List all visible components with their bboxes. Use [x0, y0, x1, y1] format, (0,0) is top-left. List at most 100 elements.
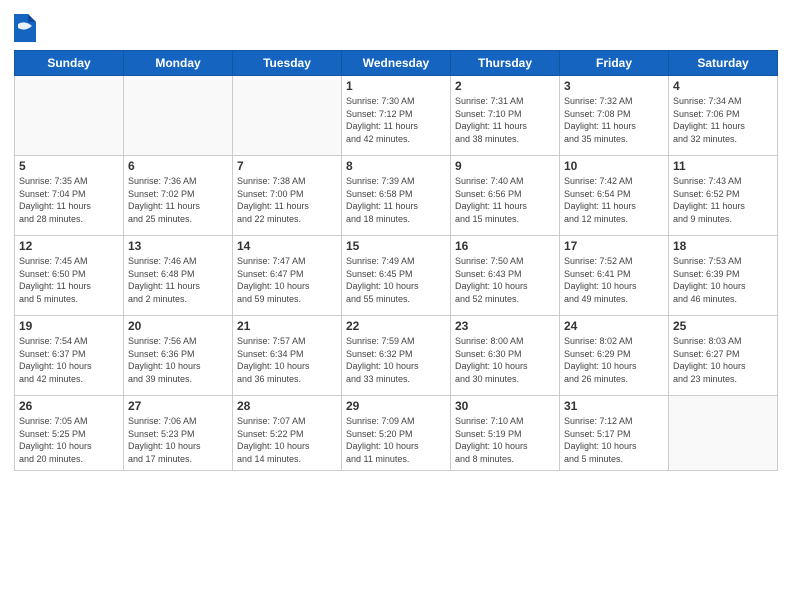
- day-info: Sunrise: 7:43 AM Sunset: 6:52 PM Dayligh…: [673, 175, 773, 225]
- day-number: 3: [564, 79, 664, 93]
- day-number: 5: [19, 159, 119, 173]
- calendar-cell: 23 Sunrise: 8:00 AM Sunset: 6:30 PM Dayli…: [451, 316, 560, 396]
- calendar-cell: 18Sunrise: 7:53 AM Sunset: 6:39 PM Dayli…: [669, 236, 778, 316]
- calendar-cell: [124, 76, 233, 156]
- calendar-cell: 20Sunrise: 7:56 AM Sunset: 6:36 PM Dayli…: [124, 316, 233, 396]
- calendar-cell: 8 Sunrise: 7:39 AM Sunset: 6:58 PM Daylig…: [342, 156, 451, 236]
- day-info: Sunrise: 7:49 AM Sunset: 6:45 PM Dayligh…: [346, 255, 446, 305]
- calendar-cell: 14Sunrise: 7:47 AM Sunset: 6:47 PM Dayli…: [233, 236, 342, 316]
- day-info: Sunrise: 7:56 AM Sunset: 6:36 PM Dayligh…: [128, 335, 228, 385]
- day-info: Sunrise: 7:57 AM Sunset: 6:34 PM Dayligh…: [237, 335, 337, 385]
- calendar-cell: 22Sunrise: 7:59 AM Sunset: 6:32 PM Dayli…: [342, 316, 451, 396]
- day-number: 17: [564, 239, 664, 253]
- day-info: Sunrise: 8:00 AM Sunset: 6:30 PM Dayligh…: [455, 335, 555, 385]
- day-number: 8: [346, 159, 446, 173]
- day-number: 18: [673, 239, 773, 253]
- calendar-header-saturday: Saturday: [669, 51, 778, 76]
- calendar-header-wednesday: Wednesday: [342, 51, 451, 76]
- day-info: Sunrise: 7:52 AM Sunset: 6:41 PM Dayligh…: [564, 255, 664, 305]
- day-number: 29: [346, 399, 446, 413]
- calendar-cell: [669, 396, 778, 471]
- day-info: Sunrise: 7:31 AM Sunset: 7:10 PM Dayligh…: [455, 95, 555, 145]
- calendar-cell: 7 Sunrise: 7:38 AM Sunset: 7:00 PM Daylig…: [233, 156, 342, 236]
- calendar-cell: 30Sunrise: 7:10 AM Sunset: 5:19 PM Dayli…: [451, 396, 560, 471]
- day-number: 22: [346, 319, 446, 333]
- calendar-header-row: SundayMondayTuesdayWednesdayThursdayFrid…: [15, 51, 778, 76]
- day-number: 9: [455, 159, 555, 173]
- calendar-cell: 2 Sunrise: 7:31 AM Sunset: 7:10 PM Daylig…: [451, 76, 560, 156]
- day-number: 6: [128, 159, 228, 173]
- day-number: 28: [237, 399, 337, 413]
- calendar-cell: 25Sunrise: 8:03 AM Sunset: 6:27 PM Dayli…: [669, 316, 778, 396]
- day-number: 25: [673, 319, 773, 333]
- calendar-cell: 26Sunrise: 7:05 AM Sunset: 5:25 PM Dayli…: [15, 396, 124, 471]
- calendar-cell: [233, 76, 342, 156]
- day-number: 7: [237, 159, 337, 173]
- calendar-cell: 11 Sunrise: 7:43 AM Sunset: 6:52 PM Dayli…: [669, 156, 778, 236]
- calendar-header-tuesday: Tuesday: [233, 51, 342, 76]
- calendar-header-monday: Monday: [124, 51, 233, 76]
- day-number: 13: [128, 239, 228, 253]
- day-info: Sunrise: 7:07 AM Sunset: 5:22 PM Dayligh…: [237, 415, 337, 465]
- calendar-cell: 17 Sunrise: 7:52 AM Sunset: 6:41 PM Dayli…: [560, 236, 669, 316]
- day-number: 24: [564, 319, 664, 333]
- calendar-cell: 4 Sunrise: 7:34 AM Sunset: 7:06 PM Daylig…: [669, 76, 778, 156]
- day-number: 23: [455, 319, 555, 333]
- calendar-cell: 12 Sunrise: 7:45 AM Sunset: 6:50 PM Dayli…: [15, 236, 124, 316]
- day-number: 14: [237, 239, 337, 253]
- day-number: 15: [346, 239, 446, 253]
- calendar-week-row-3: 19Sunrise: 7:54 AM Sunset: 6:37 PM Dayli…: [15, 316, 778, 396]
- calendar-cell: 3 Sunrise: 7:32 AM Sunset: 7:08 PM Daylig…: [560, 76, 669, 156]
- calendar-week-row-4: 26Sunrise: 7:05 AM Sunset: 5:25 PM Dayli…: [15, 396, 778, 471]
- day-number: 31: [564, 399, 664, 413]
- calendar-week-row-1: 5 Sunrise: 7:35 AM Sunset: 7:04 PM Daylig…: [15, 156, 778, 236]
- day-number: 11: [673, 159, 773, 173]
- day-info: Sunrise: 7:12 AM Sunset: 5:17 PM Dayligh…: [564, 415, 664, 465]
- day-number: 19: [19, 319, 119, 333]
- calendar-cell: 28 Sunrise: 7:07 AM Sunset: 5:22 PM Dayli…: [233, 396, 342, 471]
- day-info: Sunrise: 7:38 AM Sunset: 7:00 PM Dayligh…: [237, 175, 337, 225]
- day-info: Sunrise: 7:32 AM Sunset: 7:08 PM Dayligh…: [564, 95, 664, 145]
- calendar-header-sunday: Sunday: [15, 51, 124, 76]
- day-info: Sunrise: 7:35 AM Sunset: 7:04 PM Dayligh…: [19, 175, 119, 225]
- calendar-week-row-2: 12 Sunrise: 7:45 AM Sunset: 6:50 PM Dayli…: [15, 236, 778, 316]
- calendar-header-friday: Friday: [560, 51, 669, 76]
- calendar-cell: 21 Sunrise: 7:57 AM Sunset: 6:34 PM Dayli…: [233, 316, 342, 396]
- calendar-cell: 6 Sunrise: 7:36 AM Sunset: 7:02 PM Daylig…: [124, 156, 233, 236]
- calendar-cell: 29 Sunrise: 7:09 AM Sunset: 5:20 PM Dayli…: [342, 396, 451, 471]
- calendar-cell: 5 Sunrise: 7:35 AM Sunset: 7:04 PM Daylig…: [15, 156, 124, 236]
- day-info: Sunrise: 7:09 AM Sunset: 5:20 PM Dayligh…: [346, 415, 446, 465]
- calendar-cell: 31 Sunrise: 7:12 AM Sunset: 5:17 PM Dayli…: [560, 396, 669, 471]
- calendar-week-row-0: 1Sunrise: 7:30 AM Sunset: 7:12 PM Daylig…: [15, 76, 778, 156]
- day-number: 21: [237, 319, 337, 333]
- day-number: 10: [564, 159, 664, 173]
- calendar-cell: 19Sunrise: 7:54 AM Sunset: 6:37 PM Dayli…: [15, 316, 124, 396]
- calendar-header-thursday: Thursday: [451, 51, 560, 76]
- calendar-cell: 15 Sunrise: 7:49 AM Sunset: 6:45 PM Dayli…: [342, 236, 451, 316]
- page: SundayMondayTuesdayWednesdayThursdayFrid…: [0, 0, 792, 612]
- day-info: Sunrise: 7:45 AM Sunset: 6:50 PM Dayligh…: [19, 255, 119, 305]
- day-info: Sunrise: 7:40 AM Sunset: 6:56 PM Dayligh…: [455, 175, 555, 225]
- day-info: Sunrise: 7:42 AM Sunset: 6:54 PM Dayligh…: [564, 175, 664, 225]
- day-number: 1: [346, 79, 446, 93]
- calendar-cell: [15, 76, 124, 156]
- day-info: Sunrise: 7:34 AM Sunset: 7:06 PM Dayligh…: [673, 95, 773, 145]
- day-info: Sunrise: 7:50 AM Sunset: 6:43 PM Dayligh…: [455, 255, 555, 305]
- day-number: 4: [673, 79, 773, 93]
- day-info: Sunrise: 7:05 AM Sunset: 5:25 PM Dayligh…: [19, 415, 119, 465]
- logo: [14, 14, 38, 42]
- day-info: Sunrise: 7:10 AM Sunset: 5:19 PM Dayligh…: [455, 415, 555, 465]
- day-info: Sunrise: 7:36 AM Sunset: 7:02 PM Dayligh…: [128, 175, 228, 225]
- calendar-cell: 24 Sunrise: 8:02 AM Sunset: 6:29 PM Dayli…: [560, 316, 669, 396]
- calendar-table: SundayMondayTuesdayWednesdayThursdayFrid…: [14, 50, 778, 471]
- day-info: Sunrise: 7:06 AM Sunset: 5:23 PM Dayligh…: [128, 415, 228, 465]
- calendar-cell: 13Sunrise: 7:46 AM Sunset: 6:48 PM Dayli…: [124, 236, 233, 316]
- calendar-cell: 16 Sunrise: 7:50 AM Sunset: 6:43 PM Dayli…: [451, 236, 560, 316]
- day-info: Sunrise: 8:02 AM Sunset: 6:29 PM Dayligh…: [564, 335, 664, 385]
- header: [14, 10, 778, 42]
- day-info: Sunrise: 7:39 AM Sunset: 6:58 PM Dayligh…: [346, 175, 446, 225]
- day-number: 16: [455, 239, 555, 253]
- day-number: 2: [455, 79, 555, 93]
- day-number: 12: [19, 239, 119, 253]
- calendar-cell: 1Sunrise: 7:30 AM Sunset: 7:12 PM Daylig…: [342, 76, 451, 156]
